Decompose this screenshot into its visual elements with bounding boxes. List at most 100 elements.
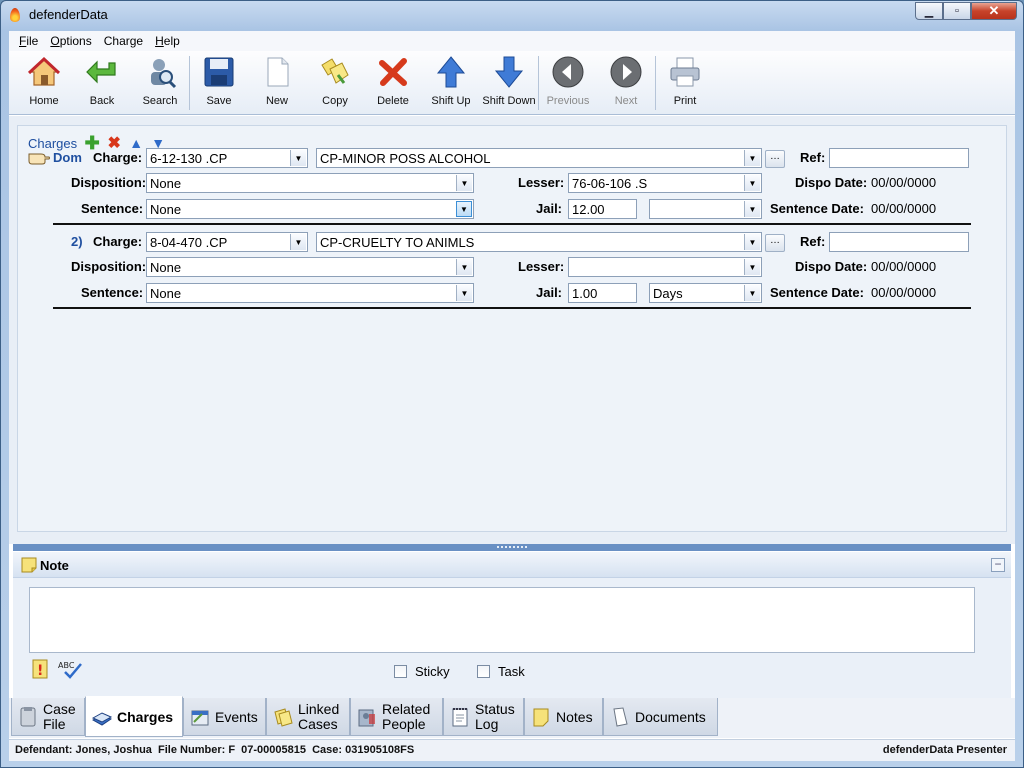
sentence-select[interactable]: None ▼	[146, 199, 474, 219]
charge-lookup-button[interactable]: …	[765, 150, 785, 168]
chevron-down-icon[interactable]: ▼	[456, 201, 472, 217]
status-log-icon	[452, 707, 468, 726]
disposition-select[interactable]: None ▼	[146, 173, 474, 193]
delete-label: Delete	[377, 95, 409, 107]
collapse-icon[interactable]: −	[991, 558, 1005, 572]
jail-label: Jail:	[536, 285, 563, 300]
tab-events[interactable]: Events	[183, 698, 266, 736]
tab-notes[interactable]: Notes	[524, 698, 603, 736]
sticky-checkbox[interactable]: Sticky	[394, 664, 450, 679]
jail-unit-select[interactable]: Days ▼	[649, 283, 762, 303]
chevron-down-icon[interactable]: ▼	[744, 285, 760, 301]
previous-label: Previous	[546, 95, 590, 107]
search-button[interactable]: Search	[131, 51, 189, 113]
pointing-hand-icon	[28, 153, 50, 165]
toolbar: Home Back Search Save New Copy Delete Sh…	[9, 51, 1015, 115]
home-icon	[27, 56, 61, 86]
charge-code-value: 8-04-470 .CP	[150, 235, 228, 250]
minimize-button[interactable]: ▁	[915, 2, 943, 20]
jail-input[interactable]: 1.00	[568, 283, 637, 303]
menu-charge[interactable]: Charge	[98, 34, 149, 48]
alert-flag-icon[interactable]: !	[29, 658, 51, 682]
chevron-down-icon[interactable]: ▼	[744, 234, 760, 250]
save-button[interactable]: Save	[190, 51, 248, 113]
lesser-select[interactable]: 76-06-106 .S ▼	[568, 173, 762, 193]
delete-button[interactable]: Delete	[364, 51, 422, 113]
copy-icon	[321, 58, 349, 84]
task-checkbox[interactable]: Task	[477, 664, 525, 679]
chevron-down-icon[interactable]: ▼	[456, 285, 472, 301]
splitter-grip[interactable]	[497, 546, 527, 549]
home-button[interactable]: Home	[15, 51, 73, 113]
charge-code-select[interactable]: 8-04-470 .CP ▼	[146, 232, 308, 252]
back-arrow-icon	[86, 60, 116, 84]
shift-up-button[interactable]: Shift Up	[422, 51, 480, 113]
tab-charges[interactable]: Charges	[85, 696, 183, 737]
chevron-down-icon[interactable]: ▼	[456, 259, 472, 275]
menu-help[interactable]: Help	[149, 34, 186, 48]
sticky-checkbox-box[interactable]	[394, 665, 407, 678]
tab-linked-cases[interactable]: Linked Cases	[266, 698, 350, 736]
charge-desc-select[interactable]: CP-CRUELTY TO ANIMLS ▼	[316, 232, 762, 252]
menu-options[interactable]: Options	[44, 34, 97, 48]
lesser-select[interactable]: ▼	[568, 257, 762, 277]
copy-button[interactable]: Copy	[306, 51, 364, 113]
tab-related-people[interactable]: Related People	[350, 698, 443, 736]
events-calendar-icon	[191, 710, 209, 725]
title-bar: defenderData ▁ ▫ ✕	[1, 1, 1023, 29]
sentence-select[interactable]: None ▼	[146, 283, 474, 303]
previous-button[interactable]: Previous	[539, 51, 597, 113]
print-button[interactable]: Print	[656, 51, 714, 113]
save-disk-icon	[204, 57, 234, 87]
shift-down-button[interactable]: Shift Down	[480, 51, 538, 113]
printer-icon	[670, 57, 700, 87]
chevron-down-icon[interactable]: ▼	[290, 150, 306, 166]
ref-input[interactable]	[829, 148, 969, 168]
close-button[interactable]: ✕	[971, 2, 1017, 20]
next-label: Next	[614, 95, 638, 107]
charge-divider	[53, 307, 971, 309]
tab-status-log[interactable]: Status Log	[443, 698, 524, 736]
charge-marker: 2)	[71, 234, 83, 249]
tab-case-file[interactable]: Case File	[11, 698, 85, 736]
status-bar: Defendant: Jones, Joshua File Number: F …	[9, 739, 1015, 761]
sentence-label: Sentence:	[81, 201, 144, 216]
documents-icon	[613, 706, 628, 727]
spellcheck-icon[interactable]: ABC	[57, 658, 83, 680]
tab-related-line2: People	[382, 715, 426, 732]
tab-documents[interactable]: Documents	[603, 698, 718, 736]
charge-lookup-button[interactable]: …	[765, 234, 785, 252]
sentence-value: None	[150, 202, 182, 217]
ref-input[interactable]	[829, 232, 969, 252]
chevron-down-icon[interactable]: ▼	[744, 175, 760, 191]
menu-file[interactable]: File	[13, 34, 44, 48]
disposition-select[interactable]: None ▼	[146, 257, 474, 277]
next-button[interactable]: Next	[597, 51, 655, 113]
maximize-button[interactable]: ▫	[943, 2, 971, 20]
chevron-down-icon[interactable]: ▼	[744, 201, 760, 217]
jail-input[interactable]: 12.00	[568, 199, 637, 219]
chevron-down-icon[interactable]: ▼	[744, 150, 760, 166]
chevron-down-icon[interactable]: ▼	[456, 175, 472, 191]
task-label: Task	[498, 664, 525, 679]
charge-code-select[interactable]: 6-12-130 .CP ▼	[146, 148, 308, 168]
lesser-label: Lesser:	[518, 175, 565, 190]
note-textarea[interactable]	[29, 587, 975, 653]
new-button[interactable]: New	[248, 51, 306, 113]
delete-x-icon	[379, 58, 407, 86]
chevron-down-icon[interactable]: ▼	[290, 234, 306, 250]
note-panel: Note − ! ABC Sticky Task	[13, 552, 1011, 698]
sticky-note-icon	[21, 557, 37, 573]
search-person-icon	[151, 59, 177, 89]
charge-desc-select[interactable]: CP-MINOR POSS ALCOHOL ▼	[316, 148, 762, 168]
status-app-name: defenderData Presenter	[882, 744, 1007, 756]
task-checkbox-box[interactable]	[477, 665, 490, 678]
pane-splitter[interactable]	[13, 544, 1011, 551]
tab-case-file-line2: File	[43, 715, 66, 732]
linked-cases-icon	[274, 707, 293, 727]
jail-unit-select[interactable]: ▼	[649, 199, 762, 219]
back-button[interactable]: Back	[73, 51, 131, 113]
case-file-icon	[20, 706, 36, 726]
charges-book-icon	[92, 711, 112, 726]
chevron-down-icon[interactable]: ▼	[744, 259, 760, 275]
